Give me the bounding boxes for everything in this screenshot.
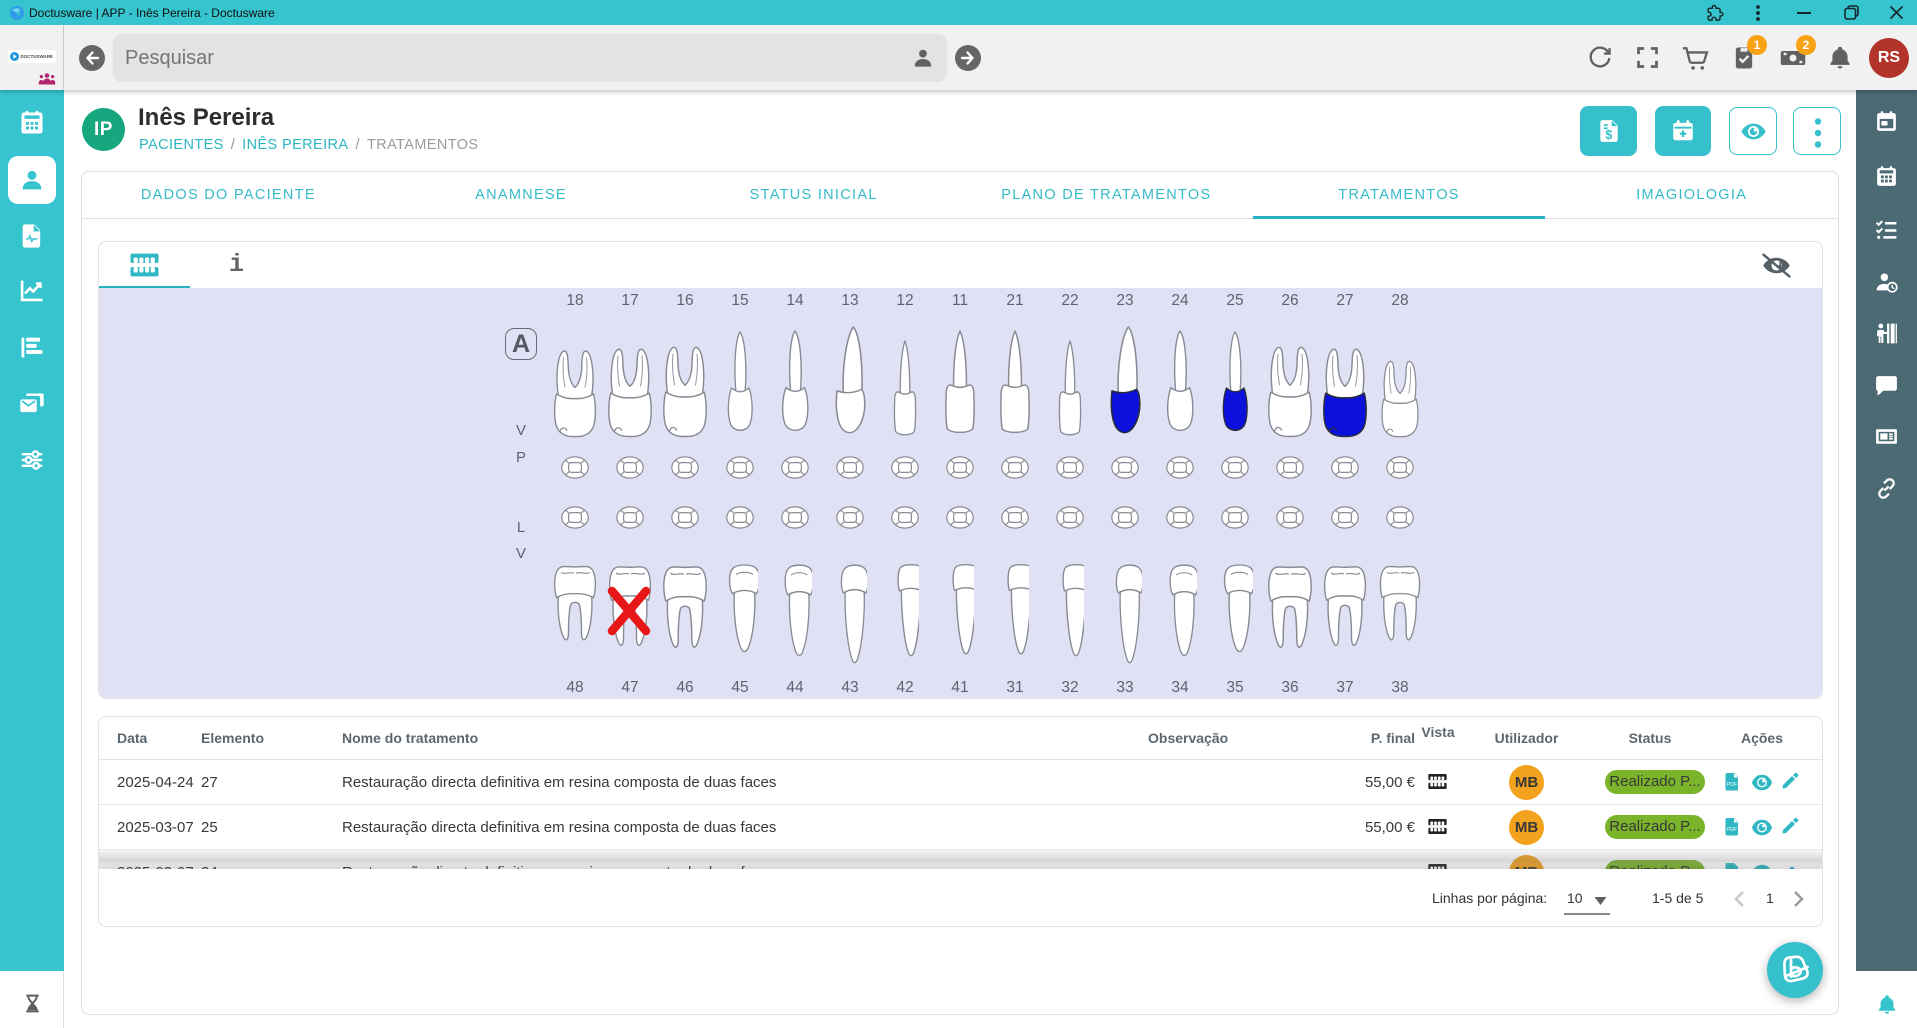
svg-text:PDF: PDF	[1727, 782, 1737, 788]
svg-text:$: $	[1605, 128, 1612, 142]
svg-text:PDF: PDF	[1727, 827, 1737, 833]
